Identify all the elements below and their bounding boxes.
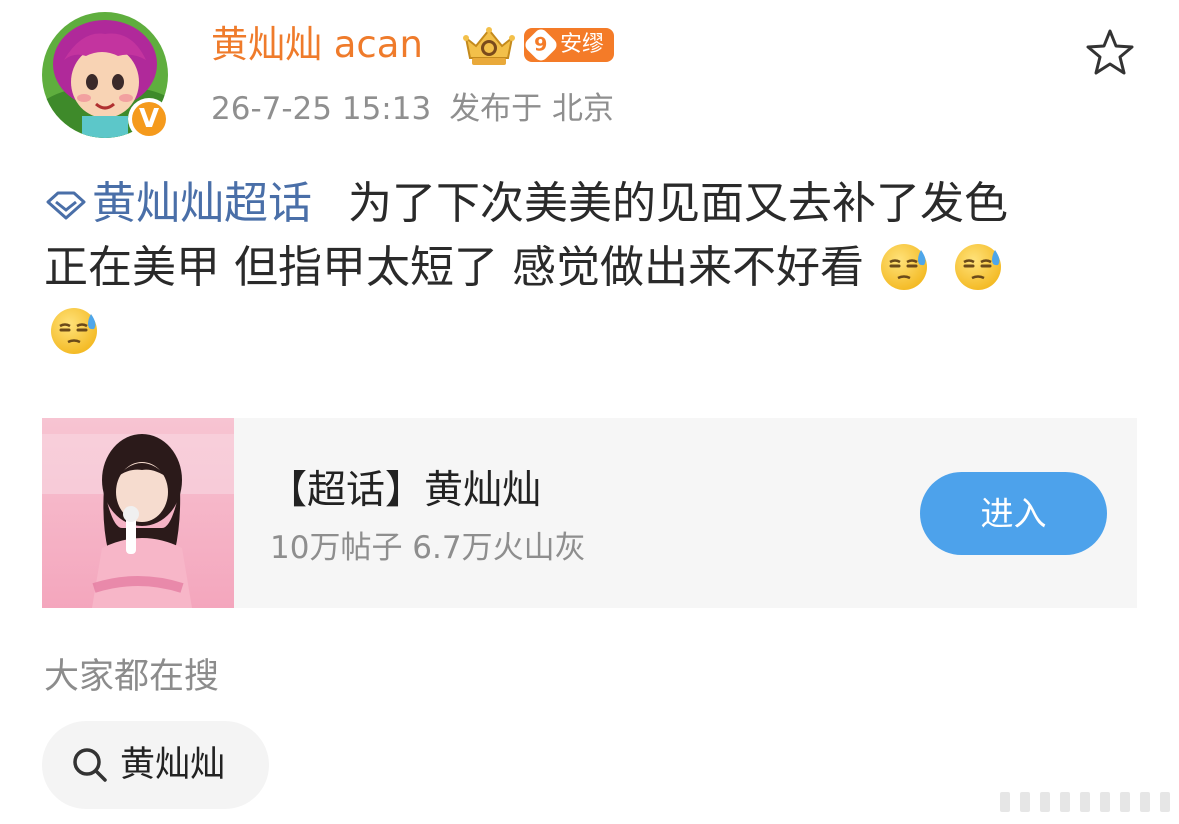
card-title: 【超话】黄灿灿 <box>268 468 542 513</box>
sweat-face-icon <box>878 240 930 292</box>
post-text-line2: 正在美甲 但指甲太短了 感觉做出来不好看 <box>44 242 864 293</box>
post-location: 发布于 北京 <box>449 91 615 127</box>
supertopic-cover-image <box>42 418 234 608</box>
supertopic-diamond-icon <box>44 174 88 220</box>
sweat-face-icon <box>48 304 100 356</box>
supertopic-card[interactable]: 【超话】黄灿灿 10万帖子 6.7万火山灰 进入 <box>42 418 1137 608</box>
post-body: 黄灿灿超话 为了下次美美的见面又去补了发色 正在美甲 但指甲太短了 感觉做出来不… <box>44 172 1144 364</box>
trending-search-heading: 大家都在搜 <box>44 657 220 697</box>
post-meta: 26-7-25 15:13 发布于 北京 <box>211 86 614 132</box>
level-number: 9 <box>522 26 560 64</box>
topic-link[interactable]: 黄灿灿超话 <box>44 178 312 229</box>
enter-button[interactable]: 进入 <box>920 472 1107 555</box>
search-icon <box>70 745 110 785</box>
crown-badge-icon[interactable] <box>460 24 518 70</box>
search-suggestion-chip[interactable]: 黄灿灿 <box>42 721 269 809</box>
v-verified-icon: V <box>128 98 170 140</box>
watermark-pattern <box>1000 790 1170 814</box>
search-suggestion-text: 黄灿灿 <box>120 745 226 785</box>
username[interactable]: 黄灿灿 acan <box>211 22 423 68</box>
fan-level-badge[interactable]: 9 安缪 <box>522 26 615 64</box>
level-badge-label: 安缪 <box>560 32 605 57</box>
post-timestamp: 26-7-25 15:13 <box>211 91 432 127</box>
favorite-star-icon[interactable] <box>1083 26 1137 80</box>
post-text-line1: 为了下次美美的见面又去补了发色 <box>348 178 1008 229</box>
sweat-face-icon <box>952 240 1004 292</box>
topic-name[interactable]: 黄灿灿超话 <box>92 178 312 229</box>
card-stats: 10万帖子 6.7万火山灰 <box>270 530 586 566</box>
